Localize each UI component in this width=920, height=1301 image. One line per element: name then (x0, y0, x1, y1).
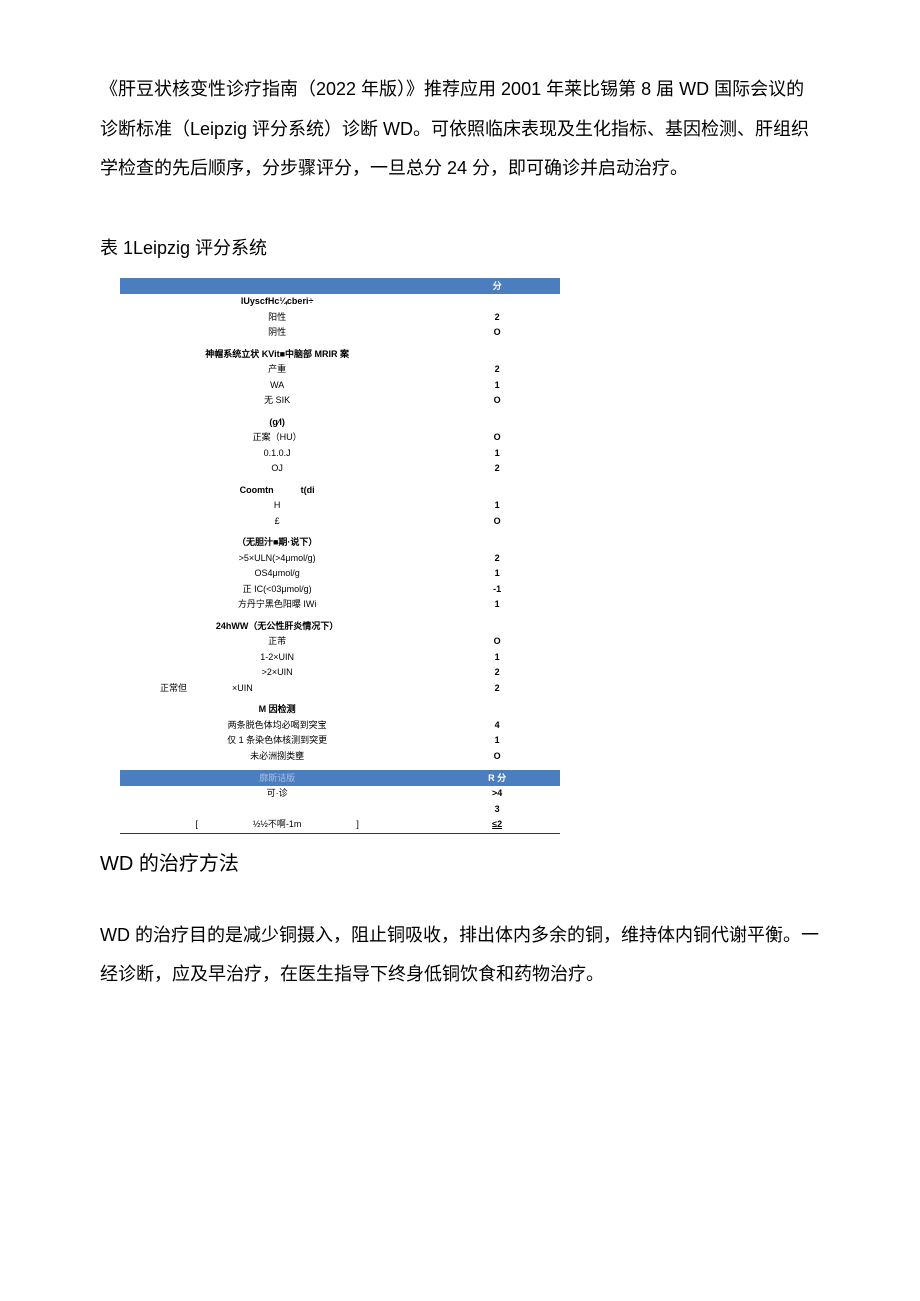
table-row: 阴性O (120, 325, 560, 341)
row-label: >2×UIN (120, 665, 434, 681)
intro-paragraph: 《肝豆状核变性诊疗指南（2022 年版）》推荐应用 2001 年莱比锡第 8 届… (100, 70, 820, 189)
diag-row-label: [ ½½不啊-1m ] (120, 817, 434, 833)
diagnosis-row: 3 (120, 802, 560, 818)
row-score: 1 (434, 733, 560, 749)
row-label: 阳性 (120, 310, 434, 326)
group-header-row: lUyscfHc¼cberi÷ (120, 294, 560, 310)
table-row: WA1 (120, 378, 560, 394)
row-score: O (434, 430, 560, 446)
table-title: 表 1Leipzig 评分系统 (100, 229, 820, 269)
row-score: O (434, 634, 560, 650)
row-label: OS4μmol/g (120, 566, 434, 582)
group-header-label: 24hWW（无公性肝炎情况下） (120, 619, 434, 635)
row-score: 2 (434, 681, 560, 697)
diag-row-score: 3 (434, 802, 560, 818)
row-label: 未必洲捌类壅 (120, 749, 434, 765)
row-score: 2 (434, 362, 560, 378)
group-header-row: 24hWW（无公性肝炎情况下） (120, 619, 560, 635)
diagnosis-row: [ ½½不啊-1m ]≤2 (120, 817, 560, 833)
table-row: 无 SIKO (120, 393, 560, 409)
table-row: 两条脱色体均必喝到突宝4 (120, 718, 560, 734)
row-label: 正常但 ×UIN (120, 681, 434, 697)
row-score: 2 (434, 665, 560, 681)
row-label: 仅 1 条染色体核测到突更 (120, 733, 434, 749)
row-label: 无 SIK (120, 393, 434, 409)
group-header-row: (g⁄l) (120, 415, 560, 431)
row-score: 4 (434, 718, 560, 734)
row-score: 1 (434, 597, 560, 613)
row-score: 1 (434, 498, 560, 514)
diag-row-label (120, 802, 434, 818)
row-label: >5×ULN(>4μmol/g) (120, 551, 434, 567)
row-score: O (434, 749, 560, 765)
row-score: 1 (434, 650, 560, 666)
row-label: OJ (120, 461, 434, 477)
table-row: 0.1.0.J1 (120, 446, 560, 462)
table-row: 方丹宁黑色阳曝 IWi1 (120, 597, 560, 613)
group-header-label: lUyscfHc¼cberi÷ (120, 294, 434, 310)
group-header-row: 神帽系统立状 KVit■中脑部 MRIR 案 (120, 347, 560, 363)
group-header-row: M 因检测 (120, 702, 560, 718)
table-header-row: 分 (120, 278, 560, 294)
row-label: 正芾 (120, 634, 434, 650)
table-row: OS4μmol/g1 (120, 566, 560, 582)
row-score: O (434, 393, 560, 409)
closing-paragraph: WD 的治疗目的是减少铜摄入，阻止铜吸收，排出体内多余的铜，维持体内铜代谢平衡。… (100, 916, 820, 995)
table-row: 1-2×UIN1 (120, 650, 560, 666)
table-row: 正案（HU）O (120, 430, 560, 446)
row-score: -1 (434, 582, 560, 598)
table-row: 阳性2 (120, 310, 560, 326)
group-header-label: 神帽系统立状 KVit■中脑部 MRIR 案 (120, 347, 434, 363)
score-header: 分 (434, 278, 560, 294)
table-row: OJ2 (120, 461, 560, 477)
row-label: 正 IC(<03μmol/g) (120, 582, 434, 598)
table-row: 正 IC(<03μmol/g)-1 (120, 582, 560, 598)
row-score: 2 (434, 551, 560, 567)
row-score: 1 (434, 566, 560, 582)
table-row: 产重2 (120, 362, 560, 378)
row-label: 方丹宁黑色阳曝 IWi (120, 597, 434, 613)
row-label: 1-2×UIN (120, 650, 434, 666)
diag-row-label: 可·诊 (120, 786, 434, 802)
row-label: 正案（HU） (120, 430, 434, 446)
row-label: WA (120, 378, 434, 394)
row-score: 2 (434, 461, 560, 477)
row-label: 两条脱色体均必喝到突宝 (120, 718, 434, 734)
group-header-label: Coomtn t(di (120, 483, 434, 499)
table-row: 仅 1 条染色体核测到突更1 (120, 733, 560, 749)
row-score: 1 (434, 446, 560, 462)
group-header-row: Coomtn t(di (120, 483, 560, 499)
diag-row-score: ≤2 (434, 817, 560, 833)
table-row: H1 (120, 498, 560, 514)
diagnosis-row: 可·诊>4 (120, 786, 560, 802)
table-row: 正芾O (120, 634, 560, 650)
diagnosis-header-score: R 分 (434, 770, 560, 786)
table-row: >5×ULN(>4μmol/g)2 (120, 551, 560, 567)
row-score: 2 (434, 310, 560, 326)
row-label: £ (120, 514, 434, 530)
row-score: O (434, 514, 560, 530)
row-label: 阴性 (120, 325, 434, 341)
group-header-row: （无胆汁■期·说下） (120, 535, 560, 551)
group-header-label: （无胆汁■期·说下） (120, 535, 434, 551)
diagnosis-header-label: 廓斯诘版 (120, 770, 434, 786)
leipzig-score-table: 分lUyscfHc¼cberi÷阳性2阴性O神帽系统立状 KVit■中脑部 MR… (120, 278, 560, 834)
table-row: 未必洲捌类壅O (120, 749, 560, 765)
row-score: 1 (434, 378, 560, 394)
row-label: 0.1.0.J (120, 446, 434, 462)
diag-row-score: >4 (434, 786, 560, 802)
table-row: >2×UIN2 (120, 665, 560, 681)
group-header-label: (g⁄l) (120, 415, 434, 431)
table-row: £O (120, 514, 560, 530)
diagnosis-header-row: 廓斯诘版R 分 (120, 770, 560, 786)
row-label: 产重 (120, 362, 434, 378)
table-row: 正常但 ×UIN2 (120, 681, 560, 697)
row-score: O (434, 325, 560, 341)
row-label: H (120, 498, 434, 514)
group-header-label: M 因检测 (120, 702, 434, 718)
treatment-section-title: WD 的治疗方法 (100, 842, 820, 886)
